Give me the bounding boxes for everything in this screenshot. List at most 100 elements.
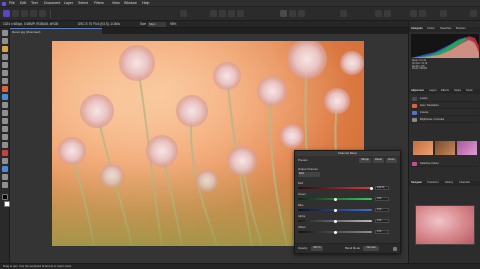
reset-button[interactable]: Reset <box>373 158 384 163</box>
tab-effects[interactable]: Effects <box>441 90 449 93</box>
zoom-readout[interactable]: 98% <box>170 22 176 26</box>
adjustment-item[interactable]: Hue / Saturation <box>411 103 479 109</box>
arrange-icon[interactable] <box>419 10 426 17</box>
erase-brush-icon[interactable] <box>2 110 8 116</box>
menu-window[interactable]: Window <box>124 1 137 6</box>
auto-levels-button[interactable] <box>210 10 217 17</box>
adjustment-item[interactable]: Curves <box>411 110 479 116</box>
menu-select[interactable]: Select <box>78 1 88 6</box>
tab-adjustment[interactable]: Adjustment <box>411 90 424 93</box>
flood-fill-icon[interactable] <box>2 94 8 100</box>
menu-layer[interactable]: Layer <box>64 1 73 6</box>
adjustment-item[interactable]: Levels <box>411 96 479 102</box>
persona-export-button[interactable] <box>39 10 46 17</box>
selection-brush-icon[interactable] <box>2 54 8 60</box>
histogram-stats: Mean: 172.40 Std Dev: 51.18 Median: 181 … <box>412 60 428 71</box>
mode-normal-button[interactable] <box>280 10 287 17</box>
opacity-field[interactable]: 100 % <box>311 246 323 251</box>
tab-channels[interactable]: Channels <box>459 182 470 185</box>
adjustment-item[interactable]: Selective Colour <box>411 161 479 167</box>
red-slider[interactable] <box>298 186 373 190</box>
menu-edit[interactable]: Edit <box>20 1 26 6</box>
paint-brush-icon[interactable] <box>2 86 8 92</box>
size-field[interactable]: 64px <box>148 22 166 27</box>
auto-white-balance-button[interactable] <box>237 10 244 17</box>
shape-tool-icon[interactable] <box>2 166 8 172</box>
flood-select-icon[interactable] <box>2 62 8 68</box>
adjustment-item[interactable]: Brightness / Contrast <box>411 117 479 123</box>
persona-photo-button[interactable] <box>3 10 10 17</box>
dialog-title[interactable]: Channel Mixer <box>295 151 400 156</box>
blue-value-field[interactable]: 0 % <box>375 208 389 212</box>
blue-slider[interactable] <box>298 208 372 212</box>
text-tool-icon[interactable] <box>2 174 8 180</box>
tab-colour[interactable]: Colour <box>427 28 435 31</box>
offset-slider[interactable] <box>298 230 372 234</box>
menu-file[interactable]: File <box>9 1 15 6</box>
blemish-tool-icon[interactable] <box>2 142 8 148</box>
red-eye-icon[interactable] <box>2 150 8 156</box>
done-button[interactable]: Done <box>386 158 397 163</box>
colour-picker-icon[interactable] <box>2 78 8 84</box>
clone-brush-icon[interactable] <box>2 126 8 132</box>
menu-text[interactable]: Text <box>31 1 38 6</box>
alpha-slider-knob[interactable] <box>334 219 337 223</box>
crop-tool-icon[interactable] <box>2 46 8 52</box>
dodge-brush-icon[interactable] <box>2 118 8 124</box>
tab-history[interactable]: History <box>445 182 453 185</box>
alpha-slider[interactable] <box>298 219 372 223</box>
dialog-settings-icon[interactable] <box>393 247 397 251</box>
menu-view[interactable]: View <box>112 1 120 6</box>
tab-styles[interactable]: Styles <box>454 90 461 93</box>
menu-help[interactable]: Help <box>142 1 149 6</box>
red-slider-knob[interactable] <box>370 186 373 190</box>
green-slider[interactable] <box>298 197 372 201</box>
gradient-tool-icon[interactable] <box>2 102 8 108</box>
green-slider-knob[interactable] <box>334 197 337 201</box>
menu-filters[interactable]: Filters <box>94 1 104 6</box>
alpha-value-field[interactable]: 0 % <box>375 219 389 223</box>
user-icon[interactable] <box>470 10 477 17</box>
blend-mode-select[interactable]: Normal <box>363 246 379 251</box>
offset-slider-knob[interactable] <box>334 230 337 234</box>
navigator-thumbnail[interactable] <box>415 205 475 245</box>
tab-swatches[interactable]: Swatches <box>440 28 451 31</box>
tab-transform[interactable]: Transform <box>427 182 439 185</box>
foreground-colour-swatch[interactable] <box>2 194 8 200</box>
app-logo-icon[interactable] <box>2 1 6 6</box>
marquee-tool-icon[interactable] <box>2 70 8 76</box>
tab-layers[interactable]: Layers <box>429 90 437 93</box>
tab-stock[interactable]: Stock <box>466 90 473 93</box>
green-value-field[interactable]: 0 % <box>375 197 389 201</box>
preset-thumbnail[interactable] <box>457 141 477 155</box>
tab-navigator[interactable]: Navigator <box>411 182 422 185</box>
merge-button[interactable]: Merge <box>359 158 371 163</box>
persona-liquify-button[interactable] <box>12 10 19 17</box>
tab-brushes[interactable]: Brushes <box>456 28 466 31</box>
healing-brush-icon[interactable] <box>2 134 8 140</box>
move-tool-icon[interactable] <box>375 10 382 17</box>
align-icon[interactable] <box>410 10 417 17</box>
persona-develop-button[interactable] <box>21 10 28 17</box>
transform-icon[interactable] <box>384 10 391 17</box>
assistant-icon[interactable] <box>180 10 187 17</box>
move-tool-icon[interactable] <box>2 38 8 44</box>
red-value-field[interactable]: 100 % <box>375 186 389 190</box>
zoom-tool-icon[interactable] <box>2 182 8 188</box>
pen-tool-icon[interactable] <box>2 158 8 164</box>
menu-document[interactable]: Document <box>44 1 60 6</box>
preset-thumbnail[interactable] <box>435 141 455 155</box>
mode-add-button[interactable] <box>289 10 296 17</box>
auto-contrast-button[interactable] <box>219 10 226 17</box>
tab-histogram[interactable]: Histogram <box>411 28 423 31</box>
quick-mask-icon[interactable] <box>440 10 447 17</box>
view-tool-icon[interactable] <box>2 30 8 36</box>
output-channel-select[interactable]: Red <box>298 172 320 177</box>
mode-subtract-button[interactable] <box>298 10 305 17</box>
snapping-icon[interactable] <box>340 10 347 17</box>
persona-tone-map-button[interactable] <box>30 10 37 17</box>
auto-colour-button[interactable] <box>228 10 235 17</box>
preset-thumbnail[interactable] <box>413 141 433 155</box>
blue-slider-knob[interactable] <box>334 208 337 212</box>
offset-value-field[interactable]: 0 % <box>375 230 389 234</box>
